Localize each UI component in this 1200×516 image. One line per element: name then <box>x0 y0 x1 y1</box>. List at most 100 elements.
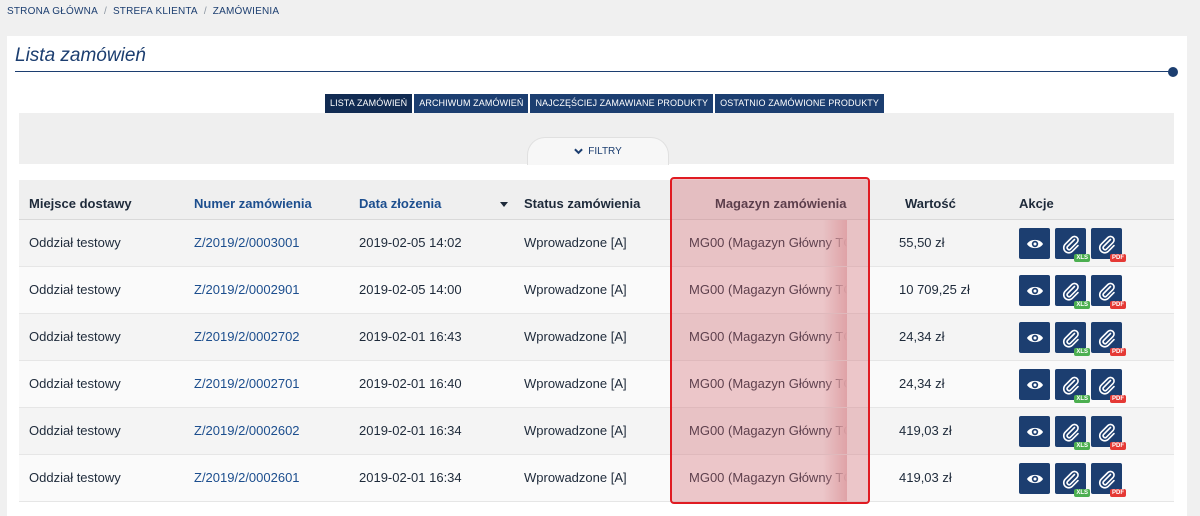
cell-delivery-place: Oddział testowy <box>29 376 121 391</box>
chevron-down-icon <box>574 148 584 155</box>
cell-order-status: Wprowadzone [A] <box>524 235 627 250</box>
cell-delivery-place: Oddział testowy <box>29 423 121 438</box>
header-order-date[interactable]: Data złożenia <box>359 180 441 219</box>
cell-order-number-link[interactable]: Z/2019/2/0003001 <box>194 220 300 266</box>
table-body: Oddział testowy Z/2019/2/0003001 2019-02-0… <box>19 220 1174 502</box>
page-title: Lista zamówień <box>15 45 146 66</box>
filters-toggle-button[interactable]: FILTRY <box>527 137 669 165</box>
breadcrumb-home-link[interactable]: STRONA GŁÓWNA <box>7 6 98 17</box>
paperclip-icon <box>1062 282 1079 301</box>
title-divider-dot <box>1168 67 1178 77</box>
cell-order-status: Wprowadzone [A] <box>524 470 627 485</box>
sort-desc-icon[interactable] <box>500 202 508 207</box>
breadcrumb: STRONA GŁÓWNA / STREFA KLIENTA / ZAMÓWIENIA <box>7 6 279 17</box>
filter-area: FILTRY <box>19 113 1174 165</box>
paperclip-icon <box>1062 376 1079 395</box>
cell-order-date: 2019-02-01 16:40 <box>359 376 462 391</box>
cell-order-number-link[interactable]: Z/2019/2/0002702 <box>194 314 300 360</box>
xls-badge: XLS <box>1074 489 1090 497</box>
tab-order-list[interactable]: LISTA ZAMÓWIEŃ <box>325 94 413 113</box>
table-row: Oddział testowy Z/2019/2/0003001 2019-02-0… <box>19 220 1174 267</box>
header-actions: Akcje <box>1019 196 1054 211</box>
cell-order-status: Wprowadzone [A] <box>524 282 627 297</box>
export-xls-button[interactable]: XLS <box>1055 322 1090 356</box>
table-row: Oddział testowy Z/2019/2/0002901 2019-02-0… <box>19 267 1174 314</box>
xls-badge: XLS <box>1074 254 1090 262</box>
export-pdf-button[interactable]: PDF <box>1091 416 1126 450</box>
export-xls-button[interactable]: XLS <box>1055 275 1090 309</box>
header-order-warehouse: Magazyn zamówienia <box>715 196 847 211</box>
cell-order-number-link[interactable]: Z/2019/2/0002701 <box>194 361 300 407</box>
export-xls-button[interactable]: XLS <box>1055 463 1090 497</box>
cell-value: 419,03 zł <box>899 423 952 438</box>
paperclip-icon <box>1062 423 1079 442</box>
breadcrumb-separator: / <box>103 6 107 17</box>
cell-value: 24,34 zł <box>899 376 945 391</box>
row-actions: XLS PDF <box>1019 416 1126 450</box>
paperclip-icon <box>1062 235 1079 254</box>
view-order-button[interactable] <box>1019 228 1050 259</box>
eye-icon <box>1026 474 1043 483</box>
paperclip-icon <box>1062 329 1079 348</box>
tab-most-ordered-products[interactable]: NAJCZĘŚCIEJ ZAMAWIANE PRODUKTY <box>530 94 714 113</box>
export-pdf-button[interactable]: PDF <box>1091 275 1126 309</box>
breadcrumb-separator: / <box>203 6 207 17</box>
cell-order-status: Wprowadzone [A] <box>524 423 627 438</box>
orders-table: Miejsce dostawy Numer zamówienia Data zł… <box>19 180 1174 502</box>
eye-icon <box>1026 333 1043 342</box>
tab-order-archive[interactable]: ARCHIWUM ZAMÓWIEŃ <box>414 94 529 113</box>
export-xls-button[interactable]: XLS <box>1055 369 1090 403</box>
table-row: Oddział testowy Z/2019/2/0002602 2019-02-0… <box>19 408 1174 455</box>
cell-order-number-link[interactable]: Z/2019/2/0002602 <box>194 408 300 454</box>
paperclip-icon <box>1098 423 1115 442</box>
cell-order-date: 2019-02-05 14:02 <box>359 235 462 250</box>
export-pdf-button[interactable]: PDF <box>1091 463 1126 497</box>
view-order-button[interactable] <box>1019 369 1050 400</box>
paperclip-icon <box>1098 235 1115 254</box>
cell-delivery-place: Oddział testowy <box>29 470 121 485</box>
export-pdf-button[interactable]: PDF <box>1091 228 1126 262</box>
pdf-badge: PDF <box>1110 489 1126 497</box>
view-order-button[interactable] <box>1019 275 1050 306</box>
cell-value: 55,50 zł <box>899 235 945 250</box>
eye-icon <box>1026 427 1043 436</box>
cell-order-date: 2019-02-01 16:34 <box>359 423 462 438</box>
view-order-button[interactable] <box>1019 322 1050 353</box>
xls-badge: XLS <box>1074 301 1090 309</box>
xls-badge: XLS <box>1074 442 1090 450</box>
cell-order-date: 2019-02-05 14:00 <box>359 282 462 297</box>
view-order-button[interactable] <box>1019 416 1050 447</box>
cell-order-number-link[interactable]: Z/2019/2/0002901 <box>194 267 300 313</box>
cell-order-warehouse: MG00 (Magazyn Główny TC <box>689 455 847 501</box>
xls-badge: XLS <box>1074 348 1090 356</box>
cell-delivery-place: Oddział testowy <box>29 282 121 297</box>
view-order-button[interactable] <box>1019 463 1050 494</box>
cell-value: 10 709,25 zł <box>899 282 970 297</box>
export-xls-button[interactable]: XLS <box>1055 416 1090 450</box>
cell-order-warehouse: MG00 (Magazyn Główny TC <box>689 314 847 360</box>
eye-icon <box>1026 286 1043 295</box>
cell-order-number-link[interactable]: Z/2019/2/0002601 <box>194 455 300 501</box>
paperclip-icon <box>1098 282 1115 301</box>
cell-value: 24,34 zł <box>899 329 945 344</box>
row-actions: XLS PDF <box>1019 275 1126 309</box>
cell-order-warehouse: MG00 (Magazyn Główny TC <box>689 267 847 313</box>
pdf-badge: PDF <box>1110 442 1126 450</box>
export-xls-button[interactable]: XLS <box>1055 228 1090 262</box>
row-actions: XLS PDF <box>1019 463 1126 497</box>
header-value: Wartość <box>905 196 956 211</box>
breadcrumb-current: ZAMÓWIENIA <box>212 6 280 17</box>
row-actions: XLS PDF <box>1019 369 1126 403</box>
paperclip-icon <box>1098 376 1115 395</box>
cell-delivery-place: Oddział testowy <box>29 329 121 344</box>
tab-recently-ordered-products[interactable]: OSTATNIO ZAMÓWIONE PRODUKTY <box>715 94 885 113</box>
cell-order-warehouse: MG00 (Magazyn Główny TC <box>689 220 847 266</box>
export-pdf-button[interactable]: PDF <box>1091 369 1126 403</box>
export-pdf-button[interactable]: PDF <box>1091 322 1126 356</box>
cell-order-date: 2019-02-01 16:34 <box>359 470 462 485</box>
cell-order-warehouse: MG00 (Magazyn Główny TC <box>689 408 847 454</box>
filters-label: FILTRY <box>588 146 622 157</box>
header-order-number[interactable]: Numer zamówienia <box>194 180 312 219</box>
paperclip-icon <box>1098 470 1115 489</box>
breadcrumb-client-zone-link[interactable]: STREFA KLIENTA <box>113 6 198 17</box>
